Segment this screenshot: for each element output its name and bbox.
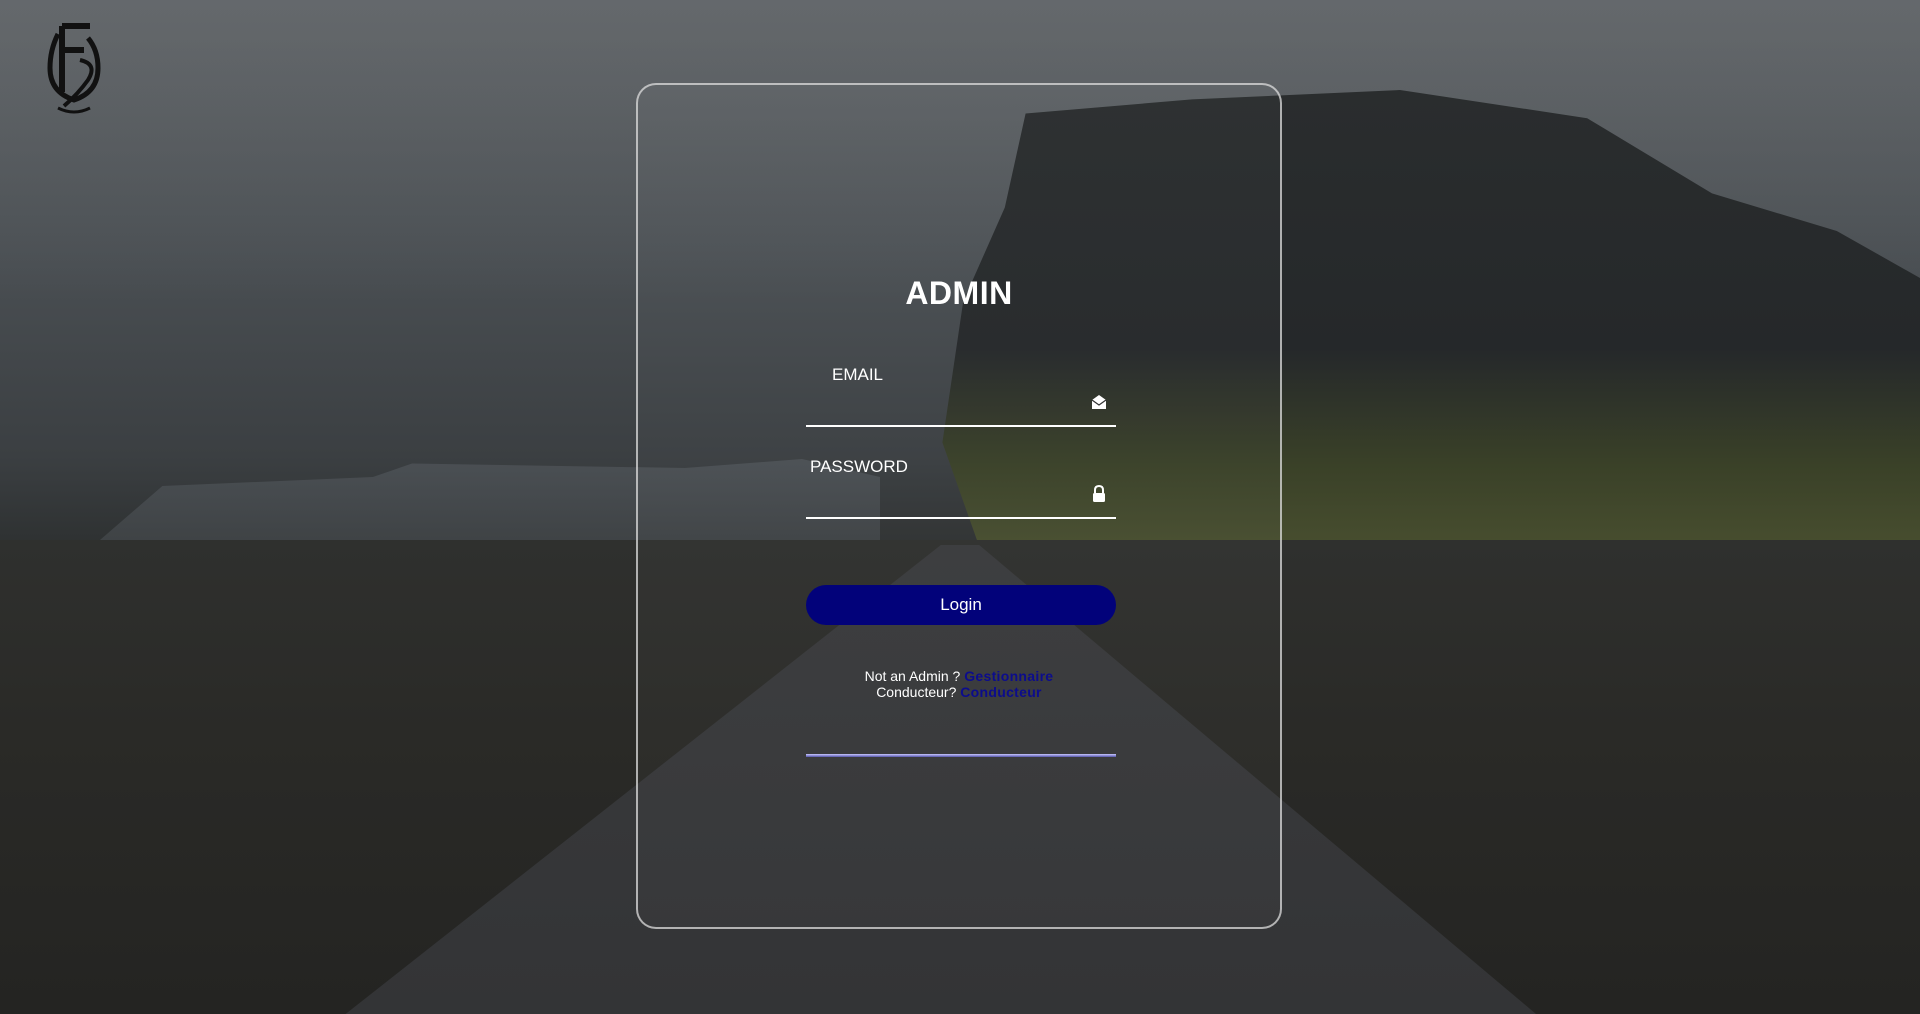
login-button[interactable]: Login <box>806 585 1116 625</box>
gestionnaire-link[interactable]: Gestionnaire <box>964 668 1053 684</box>
login-card: ADMIN EMAIL PASSWORD Login Not an Admin … <box>636 83 1282 929</box>
password-field[interactable] <box>806 479 1080 515</box>
conducteur-link[interactable]: Conducteur <box>960 684 1042 700</box>
envelope-open-icon <box>1090 393 1108 411</box>
email-label: EMAIL <box>832 365 884 384</box>
not-admin-text: Not an Admin ? <box>864 668 965 684</box>
password-field-group: PASSWORD <box>806 457 1116 519</box>
alternate-login-links: Not an Admin ? Gestionnaire Conducteur? … <box>638 668 1280 700</box>
conducteur-alt-line: Conducteur? Conducteur <box>638 684 1280 700</box>
page-title: ADMIN <box>905 275 1013 311</box>
admin-alt-line: Not an Admin ? Gestionnaire <box>638 668 1280 684</box>
fs-monogram-logo-icon <box>47 23 101 114</box>
conducteur-text: Conducteur? <box>876 684 961 700</box>
brand-logo <box>28 20 120 116</box>
email-field[interactable] <box>806 387 1080 423</box>
lock-icon <box>1090 484 1108 503</box>
password-label: PASSWORD <box>810 457 908 476</box>
divider <box>806 754 1116 757</box>
email-field-group: EMAIL <box>806 365 1116 427</box>
